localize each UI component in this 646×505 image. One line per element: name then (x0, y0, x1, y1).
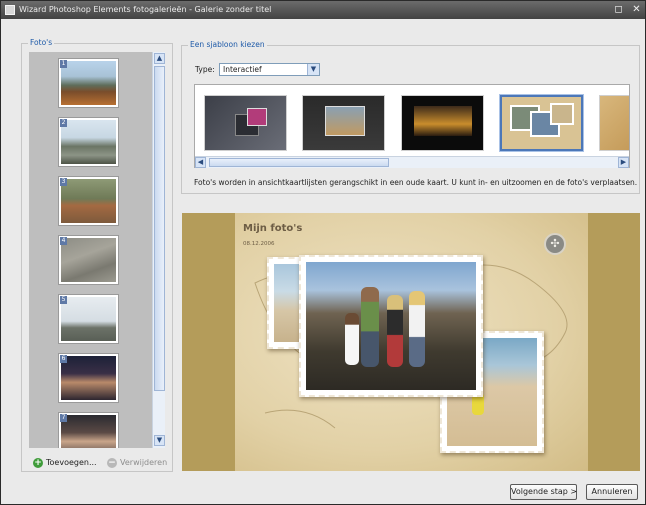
wizard-window: Wizard Photoshop Elements fotogalerieën … (0, 0, 646, 505)
template-group-label: Een sjabloon kiezen (188, 40, 267, 49)
add-photos-button[interactable]: + Toevoegen... (33, 457, 97, 469)
type-select[interactable]: Interactief ▼ (219, 63, 320, 76)
photos-group-label: Foto's (28, 38, 55, 47)
photo-number: 5 (60, 296, 67, 304)
photo-thumbnail[interactable]: 2 (58, 117, 119, 167)
app-logo-icon (5, 5, 15, 15)
remove-icon: − (107, 457, 117, 468)
photo-number: 3 (60, 178, 67, 186)
scroll-up-icon[interactable]: ▲ (154, 53, 165, 64)
chevron-down-icon[interactable]: ▼ (307, 64, 319, 75)
type-label: Type: (195, 65, 215, 74)
next-step-button[interactable]: Volgende stap > (510, 484, 577, 500)
photo-number: 2 (60, 119, 67, 127)
scrollbar-thumb[interactable] (209, 158, 389, 167)
photo-thumbnail[interactable]: 7 (58, 412, 119, 448)
photo-number: 1 (60, 60, 67, 68)
photo-number: 6 (60, 355, 67, 363)
add-label: Toevoegen... (46, 458, 97, 467)
photo-list[interactable]: 1 2 3 4 5 6 7 (29, 52, 152, 448)
photo-thumbnail[interactable]: 1 (58, 58, 119, 108)
window-title: Wizard Photoshop Elements fotogalerieën … (19, 5, 272, 14)
photo-number: 4 (60, 237, 67, 245)
template-thumbnail[interactable] (302, 95, 385, 151)
title-bar[interactable]: Wizard Photoshop Elements fotogalerieën … (1, 1, 645, 19)
gallery-preview[interactable]: Mijn foto's 08.12.2006 ✣ (182, 213, 640, 471)
photo-thumbnail[interactable]: 4 (58, 235, 119, 285)
photo-thumbnail[interactable]: 6 (58, 353, 119, 403)
close-icon[interactable]: ✕ (631, 4, 642, 15)
add-icon: + (33, 457, 43, 468)
template-thumbnail[interactable] (204, 95, 287, 151)
scroll-down-icon[interactable]: ▼ (154, 435, 165, 446)
scroll-right-icon[interactable]: ▶ (618, 157, 629, 168)
cancel-button[interactable]: Annuleren (586, 484, 638, 500)
world-map-background: Mijn foto's 08.12.2006 ✣ (235, 213, 588, 471)
compass-icon[interactable]: ✣ (544, 233, 566, 255)
type-select-value: Interactief (223, 65, 262, 74)
photo-number: 7 (60, 414, 67, 422)
scroll-left-icon[interactable]: ◀ (195, 157, 206, 168)
template-description: Foto's worden in ansichtkaartlijsten ger… (194, 178, 638, 187)
preview-date: 08.12.2006 (243, 241, 275, 247)
photo-stamp-family[interactable] (299, 255, 483, 397)
photo-list-scrollbar[interactable]: ▲ ▼ (152, 52, 165, 448)
restore-icon[interactable]: ◻ (613, 4, 624, 15)
template-list-scrollbar[interactable]: ◀ ▶ (195, 156, 629, 168)
remove-photos-button[interactable]: − Verwijderen (107, 457, 167, 469)
template-thumbnail[interactable] (401, 95, 484, 151)
preview-title: Mijn foto's (243, 223, 303, 234)
remove-label: Verwijderen (120, 458, 168, 467)
scrollbar-thumb[interactable] (154, 66, 165, 391)
template-thumbnail[interactable] (599, 95, 629, 151)
template-thumbnail-selected[interactable] (500, 95, 583, 151)
photo-thumbnail[interactable]: 3 (58, 176, 119, 226)
photo-thumbnail[interactable]: 5 (58, 294, 119, 344)
